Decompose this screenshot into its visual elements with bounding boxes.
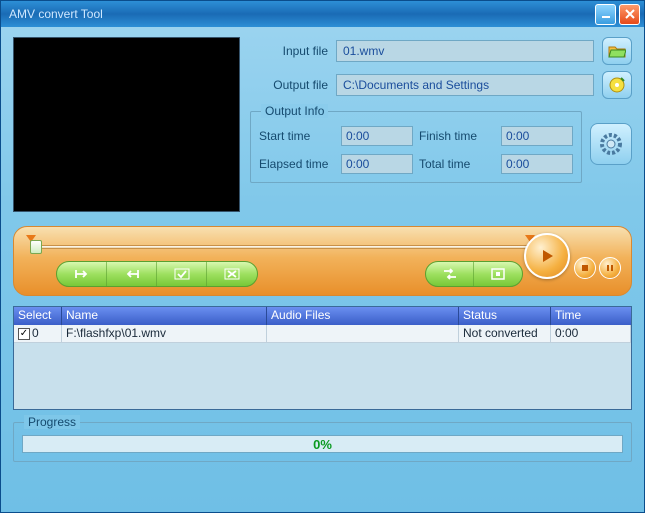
output-info-wrap: Output Info Start time 0:00 Finish time … bbox=[250, 105, 632, 183]
row-index: 0 bbox=[32, 326, 39, 340]
input-file-row: Input file 01.wmv bbox=[250, 37, 632, 65]
stop-icon bbox=[580, 263, 590, 273]
browse-input-button[interactable] bbox=[602, 37, 632, 65]
output-info-group: Output Info Start time 0:00 Finish time … bbox=[250, 111, 582, 183]
finish-time-label: Finish time bbox=[419, 129, 495, 143]
start-time-label: Start time bbox=[259, 129, 335, 143]
pause-button[interactable] bbox=[599, 257, 621, 279]
stop-button[interactable] bbox=[574, 257, 596, 279]
disc-icon bbox=[608, 76, 626, 94]
row-checkbox[interactable] bbox=[18, 328, 30, 340]
mark-out-button[interactable] bbox=[107, 262, 157, 286]
mark-in-button[interactable] bbox=[57, 262, 107, 286]
input-file-label: Input file bbox=[250, 44, 328, 58]
header-status[interactable]: Status bbox=[459, 307, 551, 325]
check-button[interactable] bbox=[157, 262, 207, 286]
total-time-value: 0:00 bbox=[501, 154, 573, 174]
cell-name: F:\flashfxp\01.wmv bbox=[62, 325, 267, 342]
header-name[interactable]: Name bbox=[62, 307, 267, 325]
output-info-row-1: Start time 0:00 Finish time 0:00 bbox=[259, 126, 573, 146]
pause-icon bbox=[605, 263, 615, 273]
playback-bar bbox=[13, 226, 632, 296]
cell-select[interactable]: 0 bbox=[14, 325, 62, 342]
table-header: Select Name Audio Files Status Time bbox=[14, 307, 631, 325]
convert-button-group bbox=[425, 261, 523, 287]
window-title: AMV convert Tool bbox=[9, 7, 103, 21]
header-select[interactable]: Select bbox=[14, 307, 62, 325]
seek-rail bbox=[30, 245, 531, 249]
top-row: Input file 01.wmv Output file C:\Documen… bbox=[13, 37, 632, 212]
cell-status: Not converted bbox=[459, 325, 551, 342]
header-time[interactable]: Time bbox=[551, 307, 631, 325]
titlebar: AMV convert Tool bbox=[1, 1, 644, 27]
header-audio[interactable]: Audio Files bbox=[267, 307, 459, 325]
window-controls bbox=[595, 4, 640, 25]
convert-button[interactable] bbox=[426, 262, 474, 286]
app-window: AMV convert Tool Input file 01.wmv bbox=[0, 0, 645, 513]
input-file-value: 01.wmv bbox=[343, 44, 384, 58]
close-button[interactable] bbox=[619, 4, 640, 25]
seek-thumb[interactable] bbox=[30, 240, 42, 254]
browse-output-button[interactable] bbox=[602, 71, 632, 99]
progress-value: 0% bbox=[313, 437, 332, 452]
minimize-button[interactable] bbox=[595, 4, 616, 25]
start-time-value: 0:00 bbox=[341, 126, 413, 146]
play-cluster bbox=[524, 233, 621, 279]
output-info-legend: Output Info bbox=[261, 104, 328, 118]
elapsed-time-label: Elapsed time bbox=[259, 157, 335, 171]
input-file-field[interactable]: 01.wmv bbox=[336, 40, 594, 62]
fullscreen-button[interactable] bbox=[474, 262, 522, 286]
cell-audio bbox=[267, 325, 459, 342]
video-preview bbox=[13, 37, 240, 212]
content-area: Input file 01.wmv Output file C:\Documen… bbox=[1, 27, 644, 472]
file-settings-column: Input file 01.wmv Output file C:\Documen… bbox=[250, 37, 632, 212]
output-file-value: C:\Documents and Settings bbox=[343, 78, 489, 92]
cancel-button[interactable] bbox=[207, 262, 257, 286]
finish-time-value: 0:00 bbox=[501, 126, 573, 146]
output-file-row: Output file C:\Documents and Settings bbox=[250, 71, 632, 99]
progress-group: Progress 0% bbox=[13, 422, 632, 462]
table-row[interactable]: 0 F:\flashfxp\01.wmv Not converted 0:00 bbox=[14, 325, 631, 343]
output-file-field[interactable]: C:\Documents and Settings bbox=[336, 74, 594, 96]
play-button[interactable] bbox=[524, 233, 570, 279]
total-time-label: Total time bbox=[419, 157, 495, 171]
seek-slider[interactable] bbox=[30, 237, 531, 251]
play-icon bbox=[538, 247, 556, 265]
settings-button[interactable] bbox=[590, 123, 632, 165]
folder-open-icon bbox=[608, 43, 626, 59]
gear-icon bbox=[598, 131, 624, 157]
mark-button-group bbox=[56, 261, 258, 287]
output-info-row-2: Elapsed time 0:00 Total time 0:00 bbox=[259, 154, 573, 174]
file-table: Select Name Audio Files Status Time 0 F:… bbox=[13, 306, 632, 410]
progress-legend: Progress bbox=[24, 415, 80, 429]
output-file-label: Output file bbox=[250, 78, 328, 92]
progress-bar: 0% bbox=[22, 435, 623, 453]
elapsed-time-value: 0:00 bbox=[341, 154, 413, 174]
cell-time: 0:00 bbox=[551, 325, 631, 342]
